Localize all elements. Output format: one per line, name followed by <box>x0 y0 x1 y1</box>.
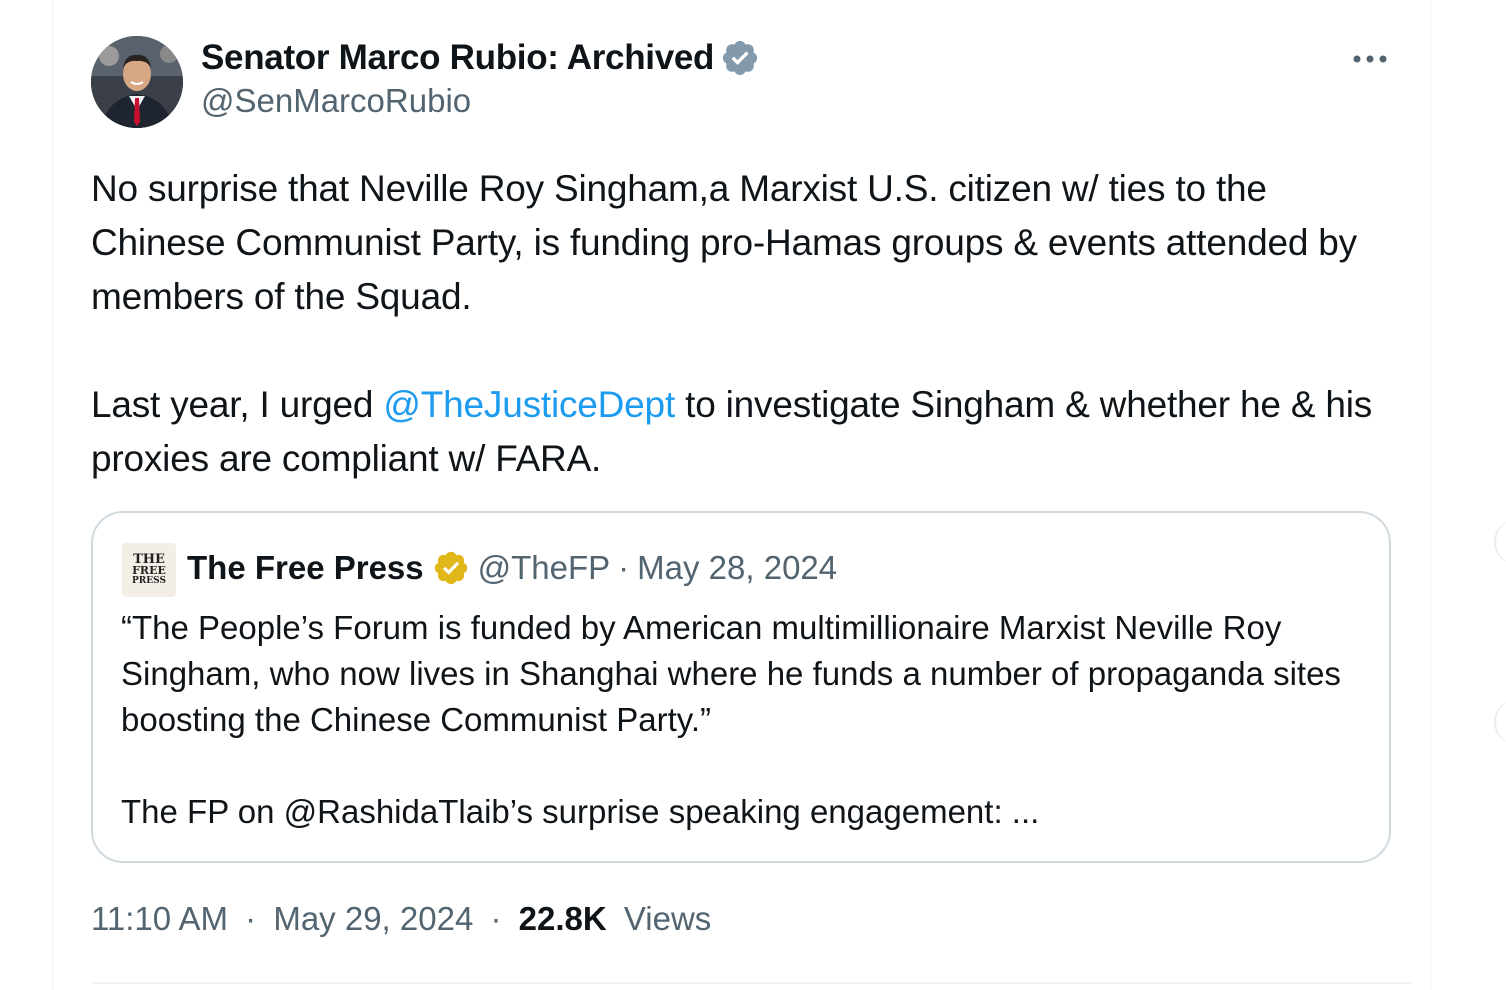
author-name-row[interactable]: Senator Marco Rubio: Archived <box>201 36 760 80</box>
views-count[interactable]: 22.8K <box>519 900 607 937</box>
meta-separator: · <box>618 549 630 586</box>
meta-separator: · <box>490 900 502 937</box>
logo-line-2: FREE <box>132 563 166 577</box>
views-label: Views <box>623 900 712 937</box>
quoted-author-handle[interactable]: @TheFP <box>478 549 611 587</box>
tweet-time[interactable]: 11:10 AM <box>91 900 228 937</box>
scroll-edge-element <box>1494 520 1506 564</box>
divider <box>91 982 1411 984</box>
tweet-paragraph-2: Last year, I urged @TheJusticeDept to in… <box>91 378 1411 486</box>
logo-line-1: THE <box>133 551 165 567</box>
tweet-text: No surprise that Neville Roy Singham,a M… <box>91 162 1411 486</box>
column-border-right <box>1430 0 1431 990</box>
free-press-logo[interactable]: THE FREE PRESS <box>122 543 176 597</box>
paragraph-2-lead: Last year, I urged <box>91 384 384 425</box>
verified-badge-icon[interactable] <box>720 38 760 78</box>
scroll-edge-element <box>1494 700 1506 744</box>
quoted-tweet-header: The Free Press @TheFP · May 28, 2024 <box>187 546 837 590</box>
tweet-paragraph-1: No surprise that Neville Roy Singham,a M… <box>91 168 1357 317</box>
author-handle[interactable]: @SenMarcoRubio <box>201 82 471 120</box>
column-border-left <box>52 0 53 990</box>
tweet-meta-row: 11:10 AM · May 29, 2024 · 22.8K Views <box>91 900 711 938</box>
tweet-page: Senator Marco Rubio: Archived @SenMarcoR… <box>0 0 1506 990</box>
quoted-paragraph-1: “The People’s Forum is funded by America… <box>121 609 1341 738</box>
quoted-paragraph-2: The FP on @RashidaTlaib’s surprise speak… <box>121 793 1040 830</box>
quoted-tweet-text: “The People’s Forum is funded by America… <box>121 605 1361 835</box>
author-display-name[interactable]: Senator Marco Rubio: Archived <box>201 38 714 78</box>
logo-line-3: PRESS <box>132 575 166 586</box>
quoted-tweet-date[interactable]: May 28, 2024 <box>637 549 837 587</box>
quoted-tweet-card[interactable]: THE FREE PRESS The Free Press @TheFP · M… <box>91 511 1391 863</box>
author-avatar[interactable] <box>91 36 183 128</box>
verified-gold-badge-icon[interactable] <box>432 549 470 587</box>
tweet-date[interactable]: May 29, 2024 <box>273 900 473 937</box>
meta-separator: · <box>245 900 257 937</box>
quoted-author-name[interactable]: The Free Press <box>187 549 424 587</box>
mention-link-justice-dept[interactable]: @TheJusticeDept <box>383 384 675 425</box>
avatar-image <box>91 36 183 128</box>
more-horizontal-icon <box>1353 55 1387 63</box>
more-options-button[interactable] <box>1348 42 1392 76</box>
